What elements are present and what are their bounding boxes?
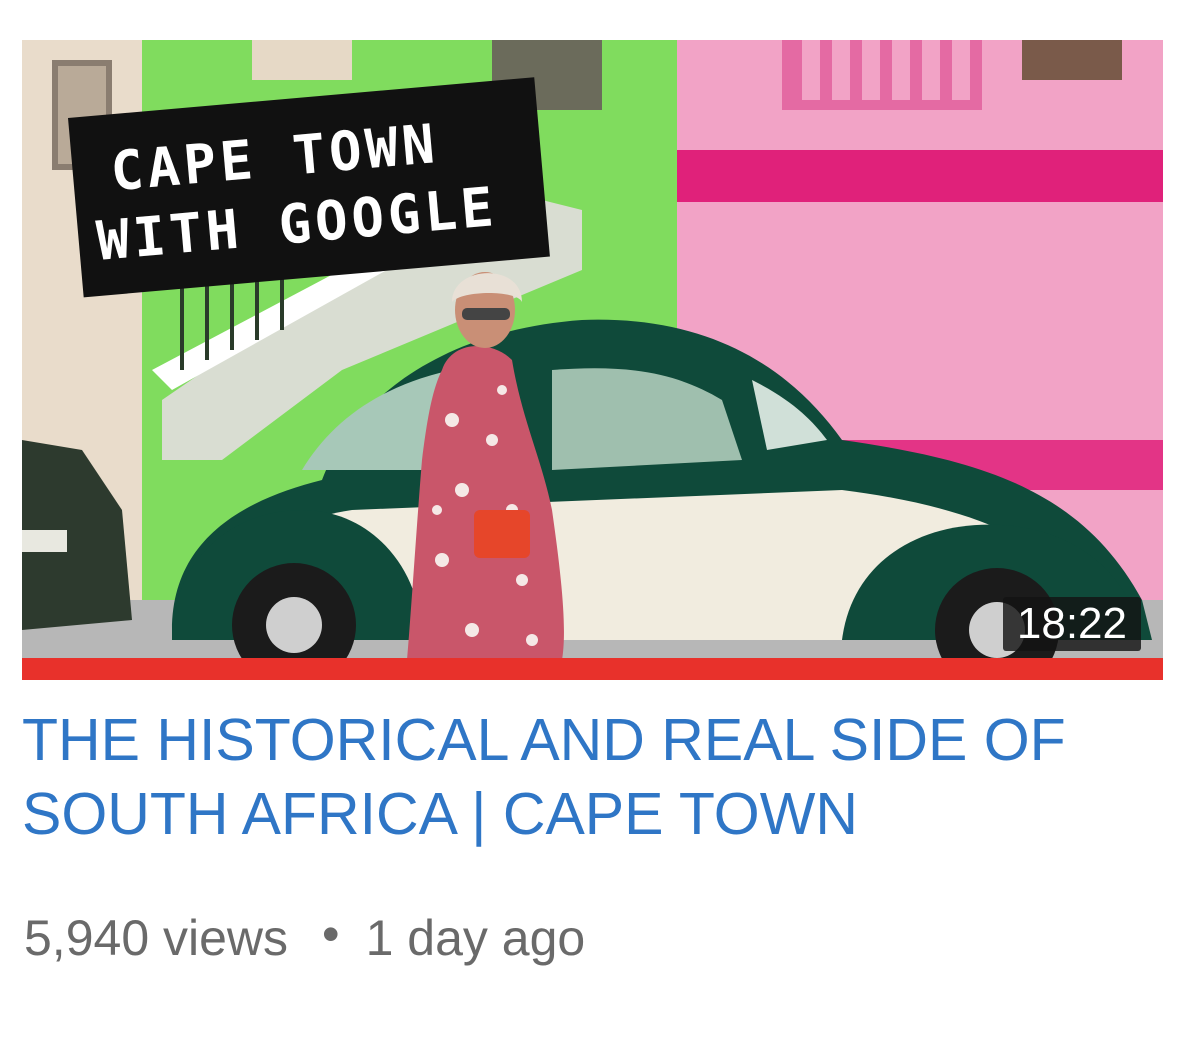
- metadata-separator: •: [322, 906, 340, 962]
- view-count: 5,940 views: [24, 910, 289, 966]
- video-card[interactable]: CAPE TOWN WITH GOOGLE 18:22 THE HISTORIC…: [0, 0, 1200, 1053]
- watch-progress-fill: [22, 658, 1163, 680]
- watch-progress-bar: [22, 658, 1163, 680]
- duration-badge: 18:22: [1002, 597, 1141, 651]
- video-thumbnail[interactable]: CAPE TOWN WITH GOOGLE 18:22: [22, 40, 1163, 660]
- video-metadata: 5,940 views • 1 day ago: [24, 906, 585, 970]
- video-title[interactable]: THE HISTORICAL AND REAL SIDE OF SOUTH AF…: [22, 703, 1182, 851]
- upload-age: 1 day ago: [365, 910, 586, 966]
